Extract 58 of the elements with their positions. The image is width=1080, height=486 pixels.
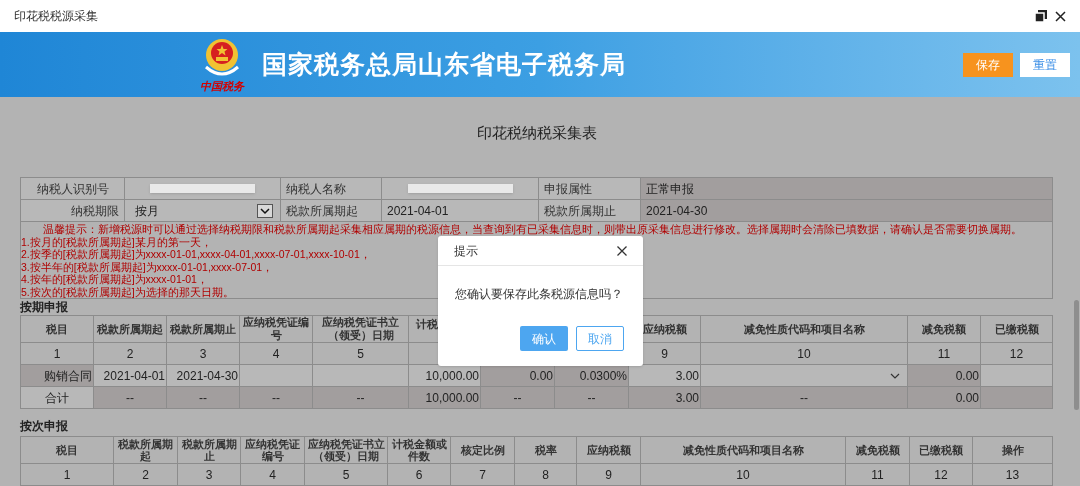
confirm-button[interactable]: 确认 <box>520 326 568 351</box>
column-header: 税目 <box>20 315 94 343</box>
column-header: 已缴税额 <box>980 315 1053 343</box>
restore-icon[interactable] <box>1035 10 1047 22</box>
table-cell: 合计 <box>20 386 94 409</box>
cancel-button[interactable]: 取消 <box>576 326 624 351</box>
column-number: 1 <box>20 342 94 365</box>
column-header: 税款所属期止 <box>166 315 240 343</box>
save-button[interactable]: 保存 <box>963 52 1013 77</box>
field-label: 纳税人名称 <box>280 177 382 200</box>
field-label: 申报属性 <box>538 177 641 200</box>
banner-title: 国家税务总局山东省电子税务局 <box>262 48 626 80</box>
form-title: 印花税纳税采集表 <box>475 123 598 143</box>
column-header: 计税金额或件数 <box>387 436 451 464</box>
column-header: 核定比例 <box>450 436 515 464</box>
column-header: 税率 <box>514 436 577 464</box>
notice-line: 温馨提示：新增税源时可以通过选择纳税期限和税款所属期起采集相应属期的税源信息，当查询到有已采集信息时，则带出原采集信息进行修改。选择属期时会清除已填数据，请确认是否需要切换属期。 <box>43 223 1022 236</box>
field-label: 纳税人识别号 <box>20 177 125 200</box>
scrollbar[interactable] <box>1074 300 1079 410</box>
section-title: 按期申报 <box>20 299 68 315</box>
column-number: 10 <box>700 342 908 365</box>
column-header: 减免性质代码和项目名称 <box>700 315 908 343</box>
notice-line: 3.按半年的[税款所属期起]为xxxx-01-01,xxxx-07-01， <box>21 260 274 274</box>
dialog-message: 您确认要保存此条税源信息吗？ <box>454 286 624 303</box>
field-value: 2021-04-30 <box>640 199 1053 222</box>
column-number: 1 <box>20 463 114 486</box>
window-title: 印花税税源采集 <box>14 8 98 25</box>
dialog-title: 提示 <box>454 242 478 260</box>
column-header: 减免税额 <box>845 436 910 464</box>
notice-line: 4.按年的[税款所属期起]为xxxx-01-01， <box>21 273 208 286</box>
column-header: 税款所属期起 <box>93 315 167 343</box>
column-header: 应纳税凭证书立（领受）日期 <box>304 436 388 464</box>
column-header: 税目 <box>20 436 114 464</box>
reset-button[interactable]: 重置 <box>1020 52 1070 77</box>
column-header: 应纳税凭证编号 <box>239 315 313 343</box>
column-header: 税款所属期起 <box>113 436 178 464</box>
column-header: 操作 <box>972 436 1053 464</box>
section-title: 按次申报 <box>20 418 68 435</box>
column-header: 减免性质代码和项目名称 <box>640 436 846 464</box>
field-value: 正常申报 <box>640 177 1053 200</box>
chevron-down-icon[interactable] <box>890 372 900 379</box>
column-header: 应纳税凭证编号 <box>240 436 305 464</box>
notice-line: 2.按季的[税款所属期起]为xxxx-01-01,xxxx-04-01,xxxx-07-01,xxxx-10-01， <box>21 248 371 261</box>
logo-caption: 中国税务 <box>200 80 244 93</box>
table-cell: 购销合同 <box>20 364 94 387</box>
column-header: 已缴税额 <box>909 436 973 464</box>
notice-line: 1.按月的[税款所属期起]某月的第一天， <box>21 235 212 249</box>
field-value: 2021-04-01 <box>381 199 539 222</box>
close-icon[interactable] <box>617 245 627 256</box>
field-label: 纳税期限 <box>20 199 125 222</box>
close-icon[interactable] <box>1055 10 1066 22</box>
column-header: 应纳税凭证书立（领受）日期 <box>312 315 409 343</box>
column-header: 应纳税额 <box>576 436 641 464</box>
notice-line: 5.按次的[税款所属期起]为选择的那天日期。 <box>21 285 234 298</box>
column-header: 税款所属期止 <box>177 436 241 464</box>
table-cell: -- <box>700 386 908 409</box>
column-number: 10 <box>640 463 846 486</box>
column-header: 减免税额 <box>907 315 981 343</box>
